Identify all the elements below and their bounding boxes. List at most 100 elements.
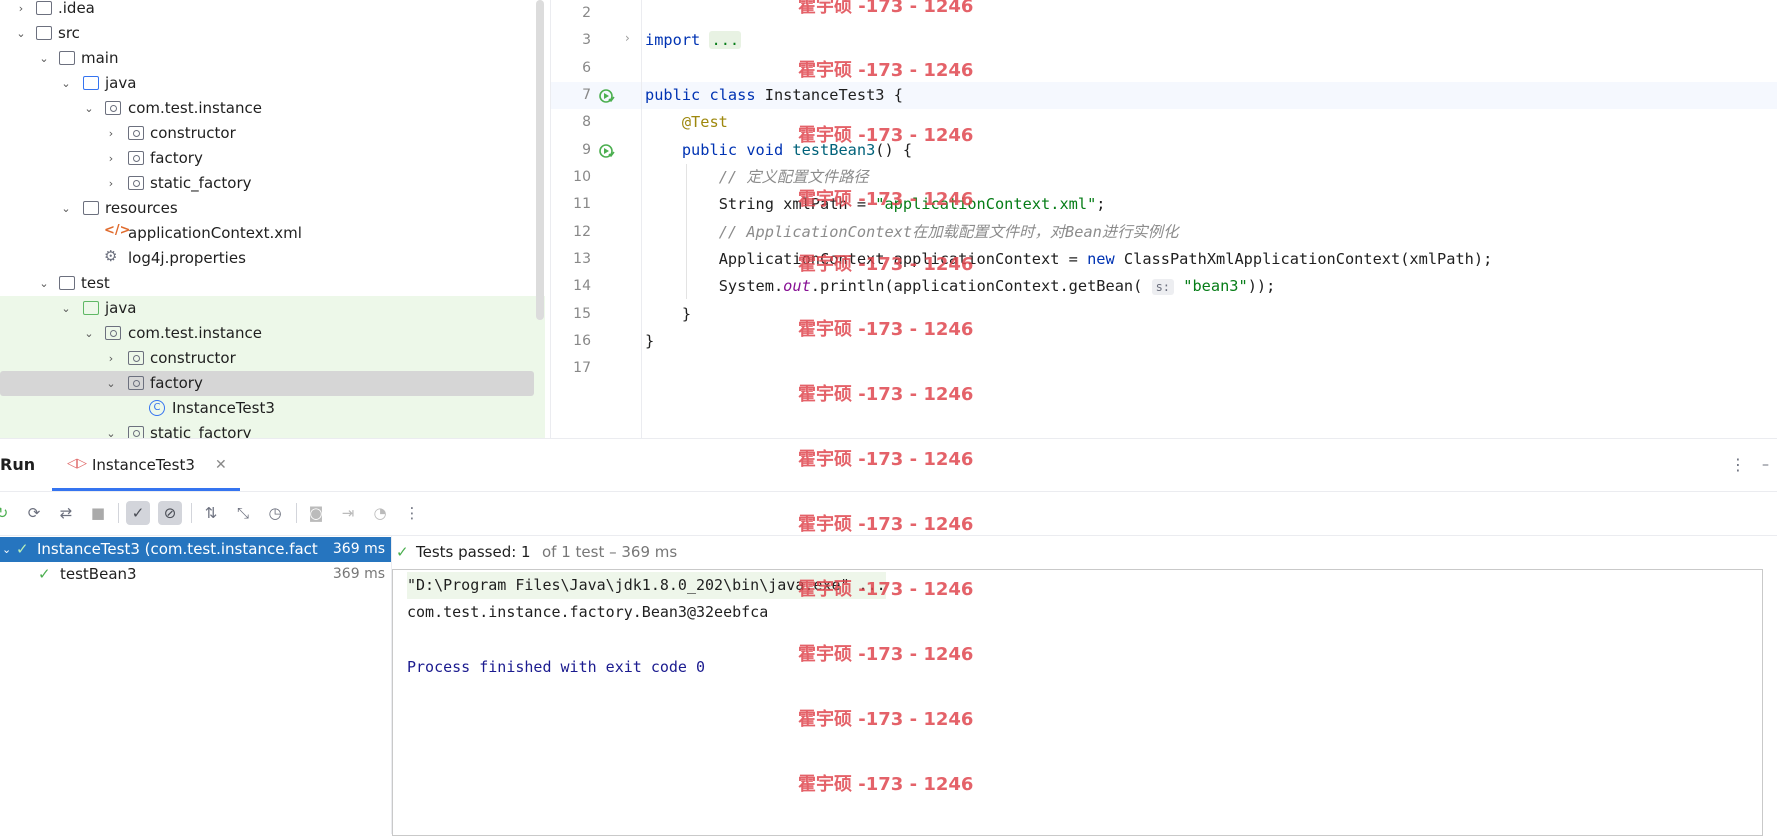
line-number: 11 <box>573 196 591 212</box>
console-line: com.test.instance.factory.Bean3@32eebfca <box>407 603 769 621</box>
passed-check-icon: ✓ <box>38 565 51 583</box>
console-exit-line: Process finished with exit code 0 <box>407 658 706 676</box>
close-icon[interactable]: ✕ <box>215 439 227 491</box>
chevron-down-icon[interactable]: ⌄ <box>59 196 73 221</box>
console-command-line[interactable]: "D:\Program Files\Java\jdk1.8.0_202\bin\… <box>407 572 886 599</box>
chevron-down-icon[interactable]: ⌄ <box>82 321 96 346</box>
chevron-right-icon[interactable]: › <box>104 146 118 171</box>
parameter-hint: s: <box>1151 279 1175 295</box>
chevron-right-icon[interactable]: › <box>14 0 28 21</box>
passed-check-icon: ✓ <box>16 540 29 558</box>
camera-icon[interactable]: ◙ <box>304 501 328 525</box>
package-icon <box>128 151 144 165</box>
line-number: 9 <box>582 142 591 158</box>
project-tree: › .idea ⌄ src ⌄ main ⌄ java ⌄ com.test.i… <box>0 0 550 438</box>
package-icon <box>128 351 144 365</box>
line-number: 10 <box>573 169 591 185</box>
chevron-down-icon[interactable]: ⌄ <box>59 71 73 96</box>
package-icon <box>128 126 144 140</box>
chevron-down-icon[interactable]: ⌄ <box>59 296 73 321</box>
toggle-auto-test-icon[interactable]: ⇄ <box>54 501 78 525</box>
line-number: 6 <box>582 60 591 76</box>
tree-item-test-java[interactable]: ⌄ java <box>0 296 545 321</box>
chevron-down-icon[interactable]: ⌄ <box>37 46 51 71</box>
tab-instancetest3[interactable]: ◁▷ InstanceTest3 ✕ <box>52 439 240 491</box>
run-class-icon[interactable] <box>599 88 615 104</box>
export-icon[interactable]: ⇥ <box>336 501 360 525</box>
code-line-13: ApplicationContext applicationContext = … <box>718 250 1493 268</box>
chevron-down-icon[interactable]: ⌄ <box>2 537 11 562</box>
tree-item-test-factory[interactable]: ⌄ factory <box>0 371 534 396</box>
class-icon: C <box>149 400 165 416</box>
tree-item-main[interactable]: ⌄ main <box>0 46 545 71</box>
tree-item-instancetest3[interactable]: C InstanceTest3 <box>0 396 545 421</box>
chevron-down-icon[interactable]: ⌄ <box>82 96 96 121</box>
test-history-icon[interactable]: ◷ <box>263 501 287 525</box>
stop-icon[interactable]: ■ <box>86 501 110 525</box>
line-number: 17 <box>573 360 591 376</box>
code-line-16: } <box>645 332 655 350</box>
code-line-9: public void testBean3() { <box>681 141 913 159</box>
folder-icon <box>59 276 75 290</box>
test-summary: ✓ Tests passed: 1 of 1 test – 369 ms <box>392 535 1777 569</box>
package-icon <box>128 426 144 438</box>
chevron-right-icon[interactable]: › <box>104 171 118 196</box>
tab-label: InstanceTest3 <box>92 456 195 474</box>
tree-item-applicationcontext-xml[interactable]: </> applicationContext.xml <box>0 221 545 246</box>
tree-item-main-java[interactable]: ⌄ java <box>0 71 545 96</box>
tree-item-idea[interactable]: › .idea <box>0 0 545 21</box>
package-icon <box>105 326 121 340</box>
rerun-failed-icon[interactable]: ⟳ <box>22 501 46 525</box>
test-row-method[interactable]: ✓ testBean3 369 ms <box>0 562 391 587</box>
run-toolbar: ↻ ⟳ ⇄ ■ ✓ ⊘ ⇅ ⤡ ◷ ◙ ⇥ ◔ ⋮ <box>0 491 1777 536</box>
rerun-icon[interactable]: ↻ <box>0 501 14 525</box>
tree-item-log4j-properties[interactable]: ⚙ log4j.properties <box>0 246 545 271</box>
run-panel-title: Run <box>0 455 36 474</box>
run-tool-window: Run ◁▷ InstanceTest3 ✕ ⋮ – ↻ ⟳ ⇄ ■ ✓ ⊘ ⇅… <box>0 438 1777 836</box>
test-row-class[interactable]: ⌄ ✓ InstanceTest3 (com.test.instance.fac… <box>0 537 391 562</box>
collapse-all-icon[interactable]: ⤡ <box>231 501 255 525</box>
console-output[interactable]: "D:\Program Files\Java\jdk1.8.0_202\bin\… <box>392 569 1763 836</box>
show-ignored-icon[interactable]: ⊘ <box>158 501 182 525</box>
coverage-icon[interactable]: ◔ <box>368 501 392 525</box>
tree-item-test-package[interactable]: ⌄ com.test.instance <box>0 321 545 346</box>
minimize-icon[interactable]: – <box>1762 439 1769 491</box>
run-method-icon[interactable] <box>599 143 615 159</box>
folded-imports[interactable]: ... <box>709 31 742 49</box>
package-icon <box>105 101 121 115</box>
tree-item-main-factory[interactable]: › factory <box>0 146 545 171</box>
editor-gutter: 2 3 6 7 8 9 10 11 12 13 14 15 16 17 › <box>551 0 641 438</box>
package-icon <box>128 176 144 190</box>
package-icon <box>128 376 144 390</box>
tree-item-resources[interactable]: ⌄ resources <box>0 196 545 221</box>
code-editor[interactable]: 2 3 6 7 8 9 10 11 12 13 14 15 16 17 › im… <box>550 0 1777 438</box>
chevron-down-icon[interactable]: ⌄ <box>14 21 28 46</box>
line-number: 15 <box>573 306 591 322</box>
line-number: 13 <box>573 251 591 267</box>
more-actions-icon[interactable]: ⋮ <box>400 501 424 525</box>
code-line-10: // 定义配置文件路径 <box>718 168 869 186</box>
tree-item-main-package[interactable]: ⌄ com.test.instance <box>0 96 545 121</box>
line-number: 2 <box>582 5 591 21</box>
code-line-14: System.out.println(applicationContext.ge… <box>718 277 1276 295</box>
show-passed-icon[interactable]: ✓ <box>126 501 150 525</box>
line-number: 8 <box>582 114 591 130</box>
tree-scrollbar[interactable] <box>536 0 544 320</box>
tree-item-main-static-factory[interactable]: › static_factory <box>0 171 545 196</box>
sort-icon[interactable]: ⇅ <box>199 501 223 525</box>
fold-expand-icon[interactable]: › <box>625 31 630 45</box>
tree-item-main-constructor[interactable]: › constructor <box>0 121 545 146</box>
code-line-7: public class InstanceTest3 { <box>645 86 903 104</box>
tree-item-test[interactable]: ⌄ test <box>0 271 545 296</box>
tree-item-test-constructor[interactable]: › constructor <box>0 346 545 371</box>
chevron-right-icon[interactable]: › <box>104 346 118 371</box>
chevron-down-icon[interactable]: ⌄ <box>37 271 51 296</box>
code-line-3: import ... <box>645 31 742 49</box>
tree-item-test-static-factory[interactable]: ⌄ static_factory <box>0 421 545 438</box>
chevron-down-icon[interactable]: ⌄ <box>104 421 118 438</box>
more-options-icon[interactable]: ⋮ <box>1730 439 1746 491</box>
tree-item-src[interactable]: ⌄ src <box>0 21 545 46</box>
chevron-down-icon[interactable]: ⌄ <box>104 371 118 396</box>
line-number: 12 <box>573 224 591 240</box>
chevron-right-icon[interactable]: › <box>104 121 118 146</box>
